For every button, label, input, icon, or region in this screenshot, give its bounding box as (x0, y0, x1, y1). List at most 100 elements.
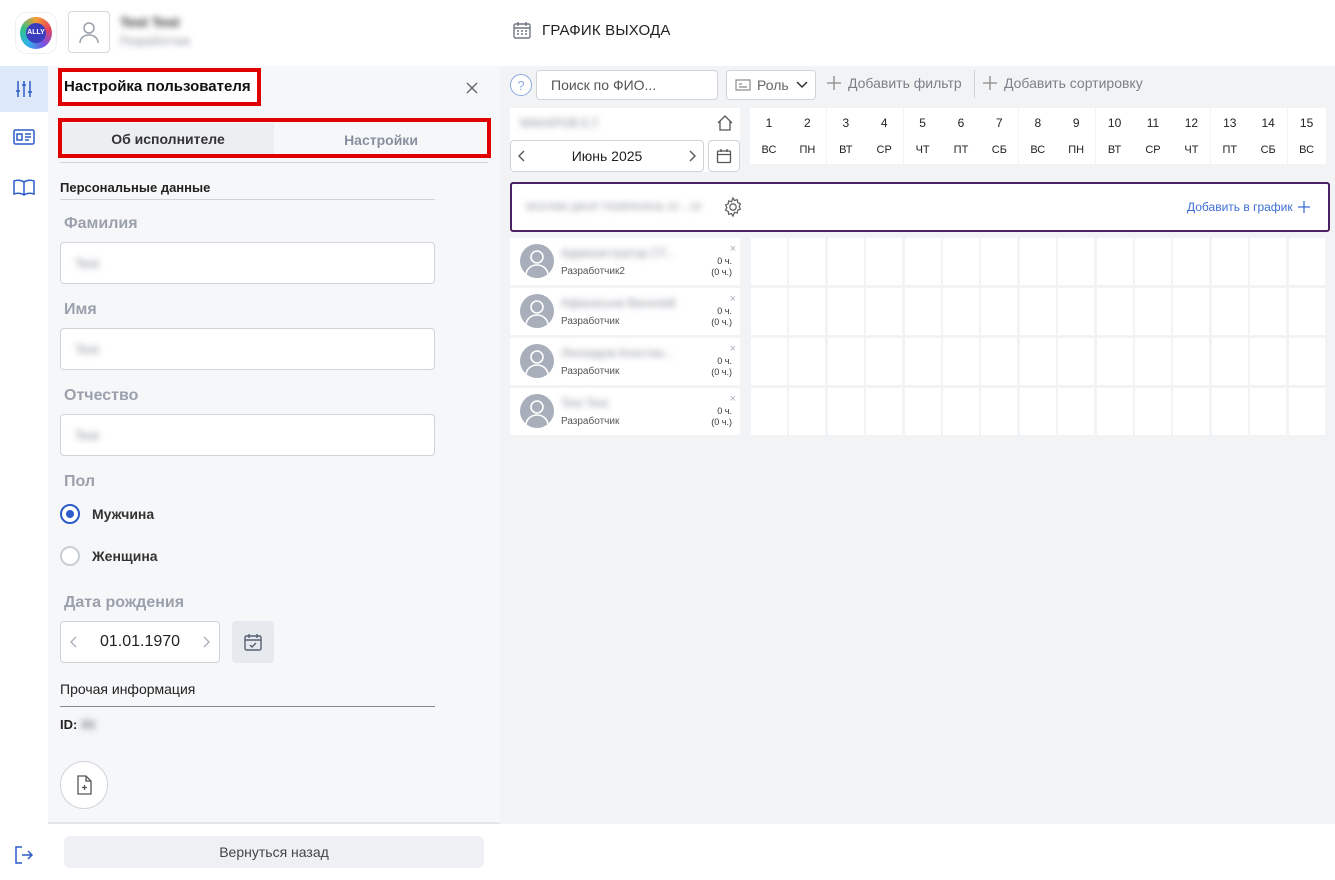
chevron-left-icon[interactable] (69, 635, 79, 649)
schedule-cell[interactable] (751, 388, 787, 435)
schedule-cell[interactable] (866, 388, 903, 435)
remove-employee-button[interactable]: × (730, 243, 736, 255)
schedule-cell[interactable] (1211, 238, 1248, 285)
add-to-schedule-button[interactable]: Добавить в график (1187, 200, 1311, 214)
schedule-cell[interactable] (1019, 238, 1056, 285)
schedule-cell[interactable] (1096, 388, 1133, 435)
schedule-cell[interactable] (827, 288, 864, 335)
schedule-cell[interactable] (866, 238, 903, 285)
gender-female-label[interactable]: Женщина (92, 548, 158, 564)
schedule-cell[interactable] (981, 388, 1018, 435)
remove-employee-button[interactable]: × (730, 393, 736, 405)
schedule-cell[interactable] (904, 388, 941, 435)
schedule-cell[interactable] (1288, 338, 1325, 385)
schedule-cell[interactable] (1058, 338, 1095, 385)
rail-profiles[interactable] (0, 114, 48, 160)
employee-row[interactable]: Администратор СТ... Разработчик2 × 0 ч. (0 ч… (510, 238, 740, 285)
schedule-cell[interactable] (1288, 288, 1325, 335)
remove-employee-button[interactable]: × (730, 293, 736, 305)
birth-date-field[interactable]: 01.01.1970 (60, 621, 220, 663)
schedule-cell[interactable] (1096, 288, 1133, 335)
gender-male-radio[interactable] (60, 504, 80, 524)
gender-female-radio[interactable] (60, 546, 80, 566)
schedule-cell[interactable] (1096, 238, 1133, 285)
schedule-cell[interactable] (981, 288, 1018, 335)
schedule-cell[interactable] (981, 238, 1018, 285)
schedule-cell[interactable] (943, 338, 979, 385)
schedule-cell[interactable] (943, 238, 979, 285)
search-input[interactable]: Поиск по ФИО... (536, 70, 718, 100)
patronymic-field[interactable]: Test (60, 414, 435, 456)
schedule-cell[interactable] (1019, 288, 1056, 335)
schedule-cell[interactable] (1019, 388, 1056, 435)
schedule-cell[interactable] (1288, 388, 1325, 435)
schedule-cell[interactable] (827, 388, 864, 435)
chevron-right-icon[interactable] (201, 635, 211, 649)
employee-row[interactable]: Афанасьев Василий Разработчик × 0 ч. (0 ч.) (510, 288, 740, 335)
schedule-cell[interactable] (789, 238, 826, 285)
schedule-cell[interactable] (1173, 388, 1210, 435)
schedule-cell[interactable] (1135, 338, 1171, 385)
schedule-cell[interactable] (943, 388, 979, 435)
gender-male-label[interactable]: Мужчина (92, 506, 154, 522)
schedule-cell[interactable] (827, 238, 864, 285)
schedule-cell[interactable] (1211, 388, 1248, 435)
schedule-cell[interactable] (1135, 288, 1171, 335)
schedule-cell[interactable] (904, 238, 941, 285)
schedule-cell[interactable] (1211, 338, 1248, 385)
employee-row[interactable]: Test Test Разработчик × 0 ч. (0 ч.) (510, 388, 740, 435)
schedule-cell[interactable] (1250, 338, 1287, 385)
schedule-cell[interactable] (1211, 288, 1248, 335)
schedule-cell[interactable] (789, 338, 826, 385)
schedule-cell[interactable] (827, 338, 864, 385)
rail-settings[interactable] (0, 66, 48, 112)
month-calendar-button[interactable] (708, 140, 740, 172)
role-filter-select[interactable]: Роль (726, 70, 816, 100)
chevron-right-icon[interactable] (687, 149, 697, 163)
schedule-cell[interactable] (943, 288, 979, 335)
remove-employee-button[interactable]: × (730, 343, 736, 355)
schedule-cell[interactable] (789, 288, 826, 335)
schedule-cell[interactable] (1173, 338, 1210, 385)
chevron-left-icon[interactable] (517, 149, 527, 163)
first-name-field[interactable]: Test (60, 328, 435, 370)
group-settings-button[interactable] (722, 196, 744, 221)
schedule-cell[interactable] (1250, 388, 1287, 435)
back-button[interactable]: Вернуться назад (64, 836, 484, 868)
schedule-cell[interactable] (866, 288, 903, 335)
schedule-cell[interactable] (751, 288, 787, 335)
add-document-button[interactable] (60, 761, 108, 809)
employee-row[interactable]: Леонидов Констан... Разработчик × 0 ч. (0 ч.… (510, 338, 740, 385)
schedule-cell[interactable] (904, 338, 941, 385)
schedule-cell[interactable] (1135, 238, 1171, 285)
schedule-cell[interactable] (904, 288, 941, 335)
schedule-cell[interactable] (866, 338, 903, 385)
month-selector[interactable]: Июнь 2025 (510, 140, 704, 172)
home-button[interactable] (716, 114, 734, 135)
schedule-cell[interactable] (1173, 288, 1210, 335)
schedule-cell[interactable] (981, 338, 1018, 385)
schedule-cell[interactable] (1058, 288, 1095, 335)
logout-button[interactable] (0, 832, 48, 878)
last-name-field[interactable]: Test (60, 242, 435, 284)
schedule-cell[interactable] (751, 238, 787, 285)
close-panel-button[interactable] (464, 80, 480, 96)
birth-date-calendar-button[interactable] (232, 621, 274, 663)
schedule-cell[interactable] (1250, 238, 1287, 285)
employee-hours-planned: (0 ч.) (711, 367, 732, 377)
schedule-cell[interactable] (1058, 388, 1095, 435)
schedule-cell[interactable] (1019, 338, 1056, 385)
add-sort-button[interactable]: Добавить сортировку (982, 75, 1143, 91)
schedule-cell[interactable] (789, 388, 826, 435)
schedule-cell[interactable] (1096, 338, 1133, 385)
schedule-cell[interactable] (1135, 388, 1171, 435)
schedule-cell[interactable] (1058, 238, 1095, 285)
user-avatar[interactable] (68, 11, 110, 53)
add-filter-button[interactable]: Добавить фильтр (826, 75, 962, 91)
schedule-cell[interactable] (1288, 238, 1325, 285)
schedule-cell[interactable] (1250, 288, 1287, 335)
schedule-cell[interactable] (1173, 238, 1210, 285)
schedule-cell[interactable] (751, 338, 787, 385)
rail-docs[interactable] (0, 164, 48, 210)
help-button[interactable]: ? (510, 74, 532, 96)
